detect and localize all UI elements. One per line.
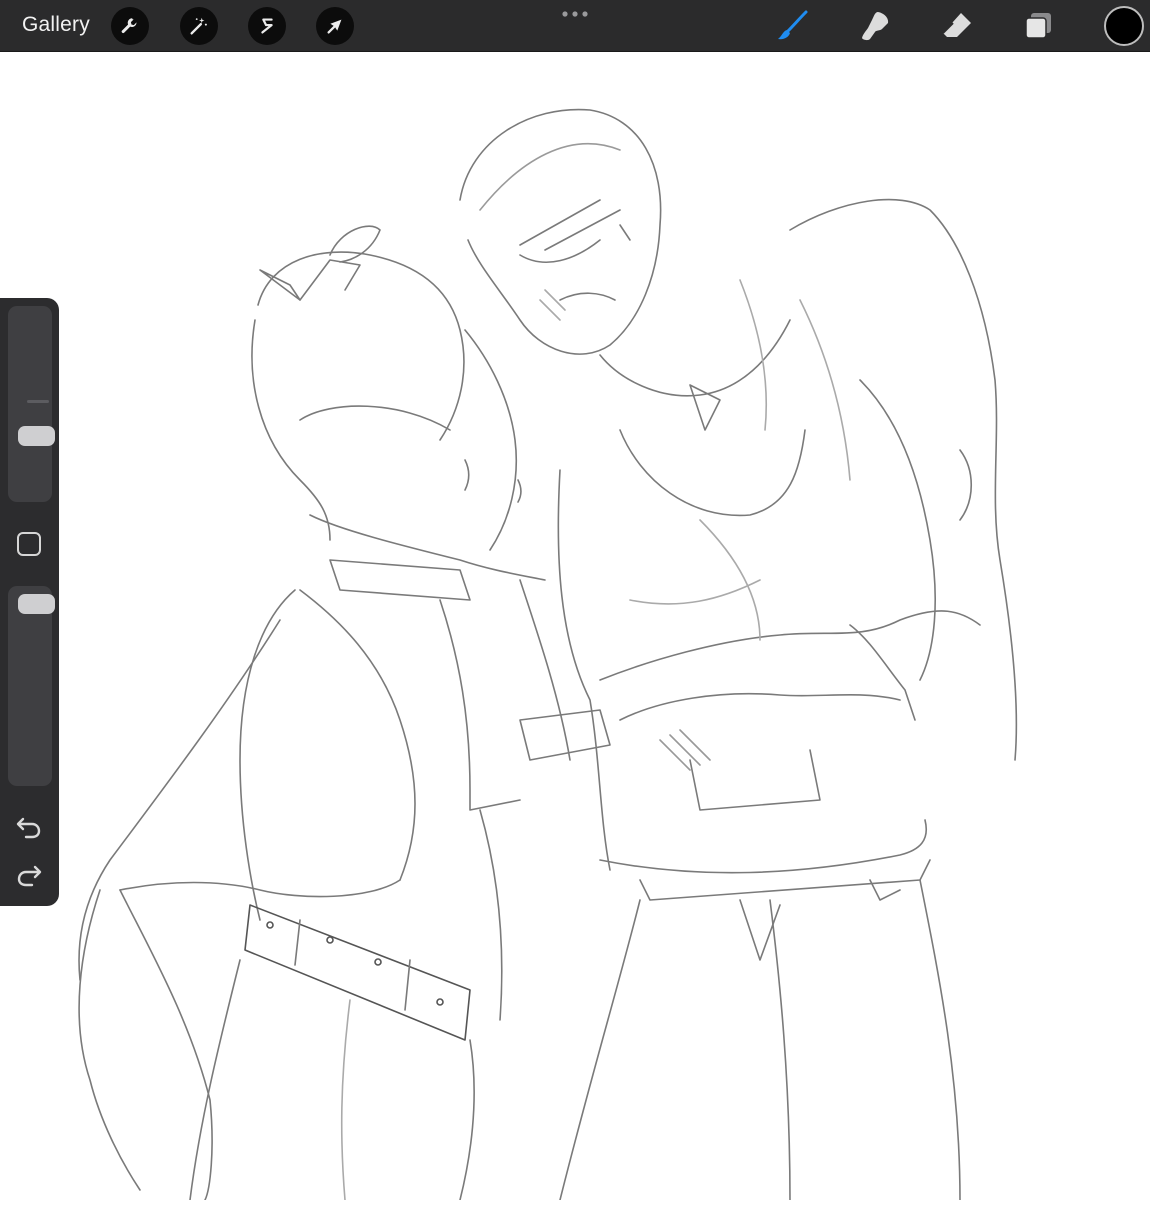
selection-icon xyxy=(261,18,273,34)
magic-wand-icon xyxy=(190,17,207,35)
drawing-canvas[interactable] xyxy=(0,52,1150,1201)
layers-button[interactable] xyxy=(1021,8,1057,44)
color-picker-button[interactable] xyxy=(1104,6,1144,46)
redo-icon[interactable] xyxy=(14,862,44,888)
eraser-icon xyxy=(942,13,971,37)
smudge-icon xyxy=(862,12,889,41)
slider-tick xyxy=(27,400,49,403)
brush-tool-button[interactable] xyxy=(775,8,811,44)
selection-button[interactable] xyxy=(248,7,286,45)
gallery-button[interactable]: Gallery xyxy=(22,13,90,37)
more-options-ellipsis-icon[interactable] xyxy=(561,10,589,18)
brush-size-slider[interactable] xyxy=(8,306,55,502)
eraser-tool-button[interactable] xyxy=(939,8,975,44)
undo-icon[interactable] xyxy=(14,814,44,840)
smudge-tool-button[interactable] xyxy=(857,8,893,44)
adjustments-button[interactable] xyxy=(180,7,218,45)
wrench-icon xyxy=(121,18,137,34)
transform-arrow-icon xyxy=(327,19,342,34)
transform-button[interactable] xyxy=(316,7,354,45)
brush-icon xyxy=(778,10,808,40)
brush-size-thumb[interactable] xyxy=(18,426,55,446)
opacity-thumb[interactable] xyxy=(18,594,55,614)
actions-button[interactable] xyxy=(111,7,149,45)
opacity-slider[interactable] xyxy=(8,586,55,786)
pencil-sketch-artwork xyxy=(78,108,1018,1201)
modify-square-icon[interactable] xyxy=(17,532,41,556)
layers-icon xyxy=(1025,13,1051,39)
top-toolbar: Gallery xyxy=(0,0,1150,52)
left-sidebar xyxy=(0,298,59,906)
